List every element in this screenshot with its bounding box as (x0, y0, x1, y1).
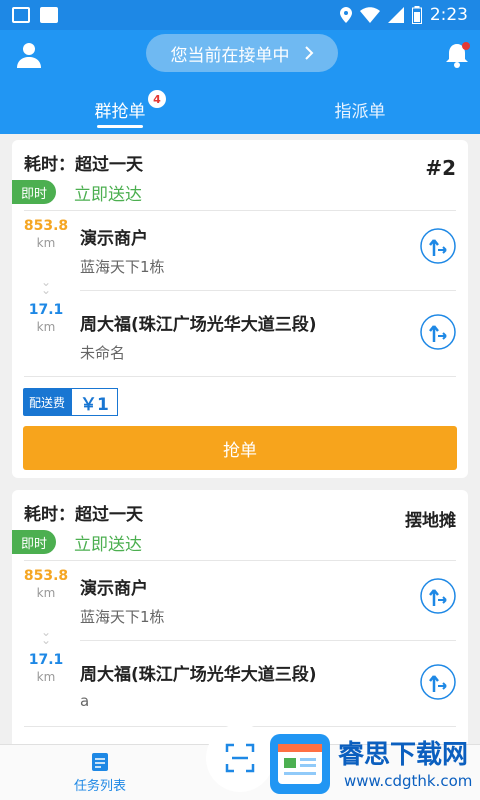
pickup-distance-value: 853.8 (23, 568, 69, 584)
active-tab-indicator (97, 125, 143, 128)
delivery-fee-value: ￥1 (71, 388, 118, 416)
navigate-icon[interactable] (420, 664, 456, 700)
tab-assigned[interactable]: 指派单 (240, 84, 480, 134)
dropoff-distance: 17.1 km (22, 302, 70, 334)
dropoff-distance: 17.1 km (22, 652, 70, 684)
order-card[interactable]: 耗时：超过一天 摆地摊 即时 立即送达 853.8 km 演示商户 蓝海天下1栋… (12, 490, 468, 744)
order-tabs: 群抢单 4 指派单 (0, 84, 480, 134)
location-icon (339, 7, 352, 23)
task-list-icon (92, 753, 108, 771)
navigate-icon[interactable] (420, 228, 456, 264)
navigate-icon[interactable] (420, 578, 456, 614)
order-card[interactable]: 耗时：超过一天 #2 即时 立即送达 853.8 km 演示商户 蓝海天下1栋 … (12, 140, 468, 478)
tab-group-grab-label: 群抢单 (94, 101, 146, 122)
pickup-name: 演示商户 (80, 579, 148, 599)
route-chevrons-icon: ⌄ ⌄ (40, 275, 52, 297)
accepting-orders-pill[interactable]: 您当前在接单中 (146, 34, 338, 72)
watermark: 睿思下载网 www.cdgthk.com (264, 728, 476, 798)
wifi-icon (359, 7, 380, 23)
watermark-logo-icon (270, 734, 330, 794)
dropoff-name: 周大福(珠江广场光华大道三段) (80, 315, 317, 335)
instant-tag: 即时 (12, 180, 56, 204)
divider (24, 376, 456, 377)
app-header: 您当前在接单中 群抢单 4 指派单 (0, 30, 480, 134)
pickup-name: 演示商户 (80, 229, 148, 249)
tab-group-grab[interactable]: 群抢单 4 (0, 84, 240, 134)
dropoff-distance-unit: km (36, 670, 56, 684)
accepting-orders-label: 您当前在接单中 (170, 45, 290, 66)
route-chevrons-icon: ⌄ ⌄ (40, 625, 52, 647)
watermark-title: 睿思下载网 (338, 740, 469, 770)
dropoff-distance-unit: km (36, 320, 56, 334)
divider (80, 640, 456, 641)
dropoff-distance-value: 17.1 (28, 302, 64, 318)
pickup-address: 蓝海天下1栋 (80, 608, 165, 626)
app-notification-icon (40, 7, 58, 23)
signal-icon (387, 7, 404, 23)
status-bar: 2:23 (0, 0, 480, 30)
profile-icon[interactable] (14, 40, 44, 70)
order-list[interactable]: 耗时：超过一天 #2 即时 立即送达 853.8 km 演示商户 蓝海天下1栋 … (0, 134, 480, 744)
tab-assigned-label: 指派单 (334, 101, 386, 122)
delivery-type: 立即送达 (74, 185, 142, 205)
nav-task-list-label: 任务列表 (73, 779, 126, 794)
divider (24, 210, 456, 211)
chevron-right-icon (304, 46, 313, 60)
pickup-distance-unit: km (36, 586, 56, 600)
tab-count-badge: 4 (148, 90, 166, 108)
instant-tag: 即时 (12, 530, 56, 554)
dropoff-address: a (80, 692, 90, 710)
pickup-distance-value: 853.8 (23, 218, 69, 234)
elapsed-time: 耗时：超过一天 (24, 505, 143, 525)
divider (80, 290, 456, 291)
dropoff-name: 周大福(珠江广场光华大道三段) (80, 665, 317, 685)
nav-task-list[interactable]: 任务列表 (0, 745, 200, 800)
scan-icon (225, 743, 255, 773)
divider (24, 560, 456, 561)
dropoff-distance-value: 17.1 (28, 652, 64, 668)
order-category: 摆地摊 (405, 511, 456, 531)
clock: 2:23 (429, 5, 468, 25)
delivery-fee: 配送费 ￥1 (23, 388, 118, 416)
delivery-type: 立即送达 (74, 535, 142, 555)
pickup-address: 蓝海天下1栋 (80, 258, 165, 276)
elapsed-time: 耗时：超过一天 (24, 155, 143, 175)
battery-icon (411, 6, 422, 24)
pickup-distance-unit: km (36, 236, 56, 250)
pickup-distance: 853.8 km (22, 218, 70, 250)
navigate-icon[interactable] (420, 314, 456, 350)
grab-order-button[interactable]: 抢单 (23, 426, 457, 470)
notification-bell-icon[interactable] (442, 40, 472, 70)
watermark-url: www.cdgthk.com (344, 772, 473, 790)
order-number: #2 (425, 156, 456, 180)
dropoff-address: 未命名 (80, 344, 126, 362)
pickup-distance: 853.8 km (22, 568, 70, 600)
delivery-fee-label: 配送费 (23, 388, 72, 416)
image-notification-icon (12, 7, 30, 23)
